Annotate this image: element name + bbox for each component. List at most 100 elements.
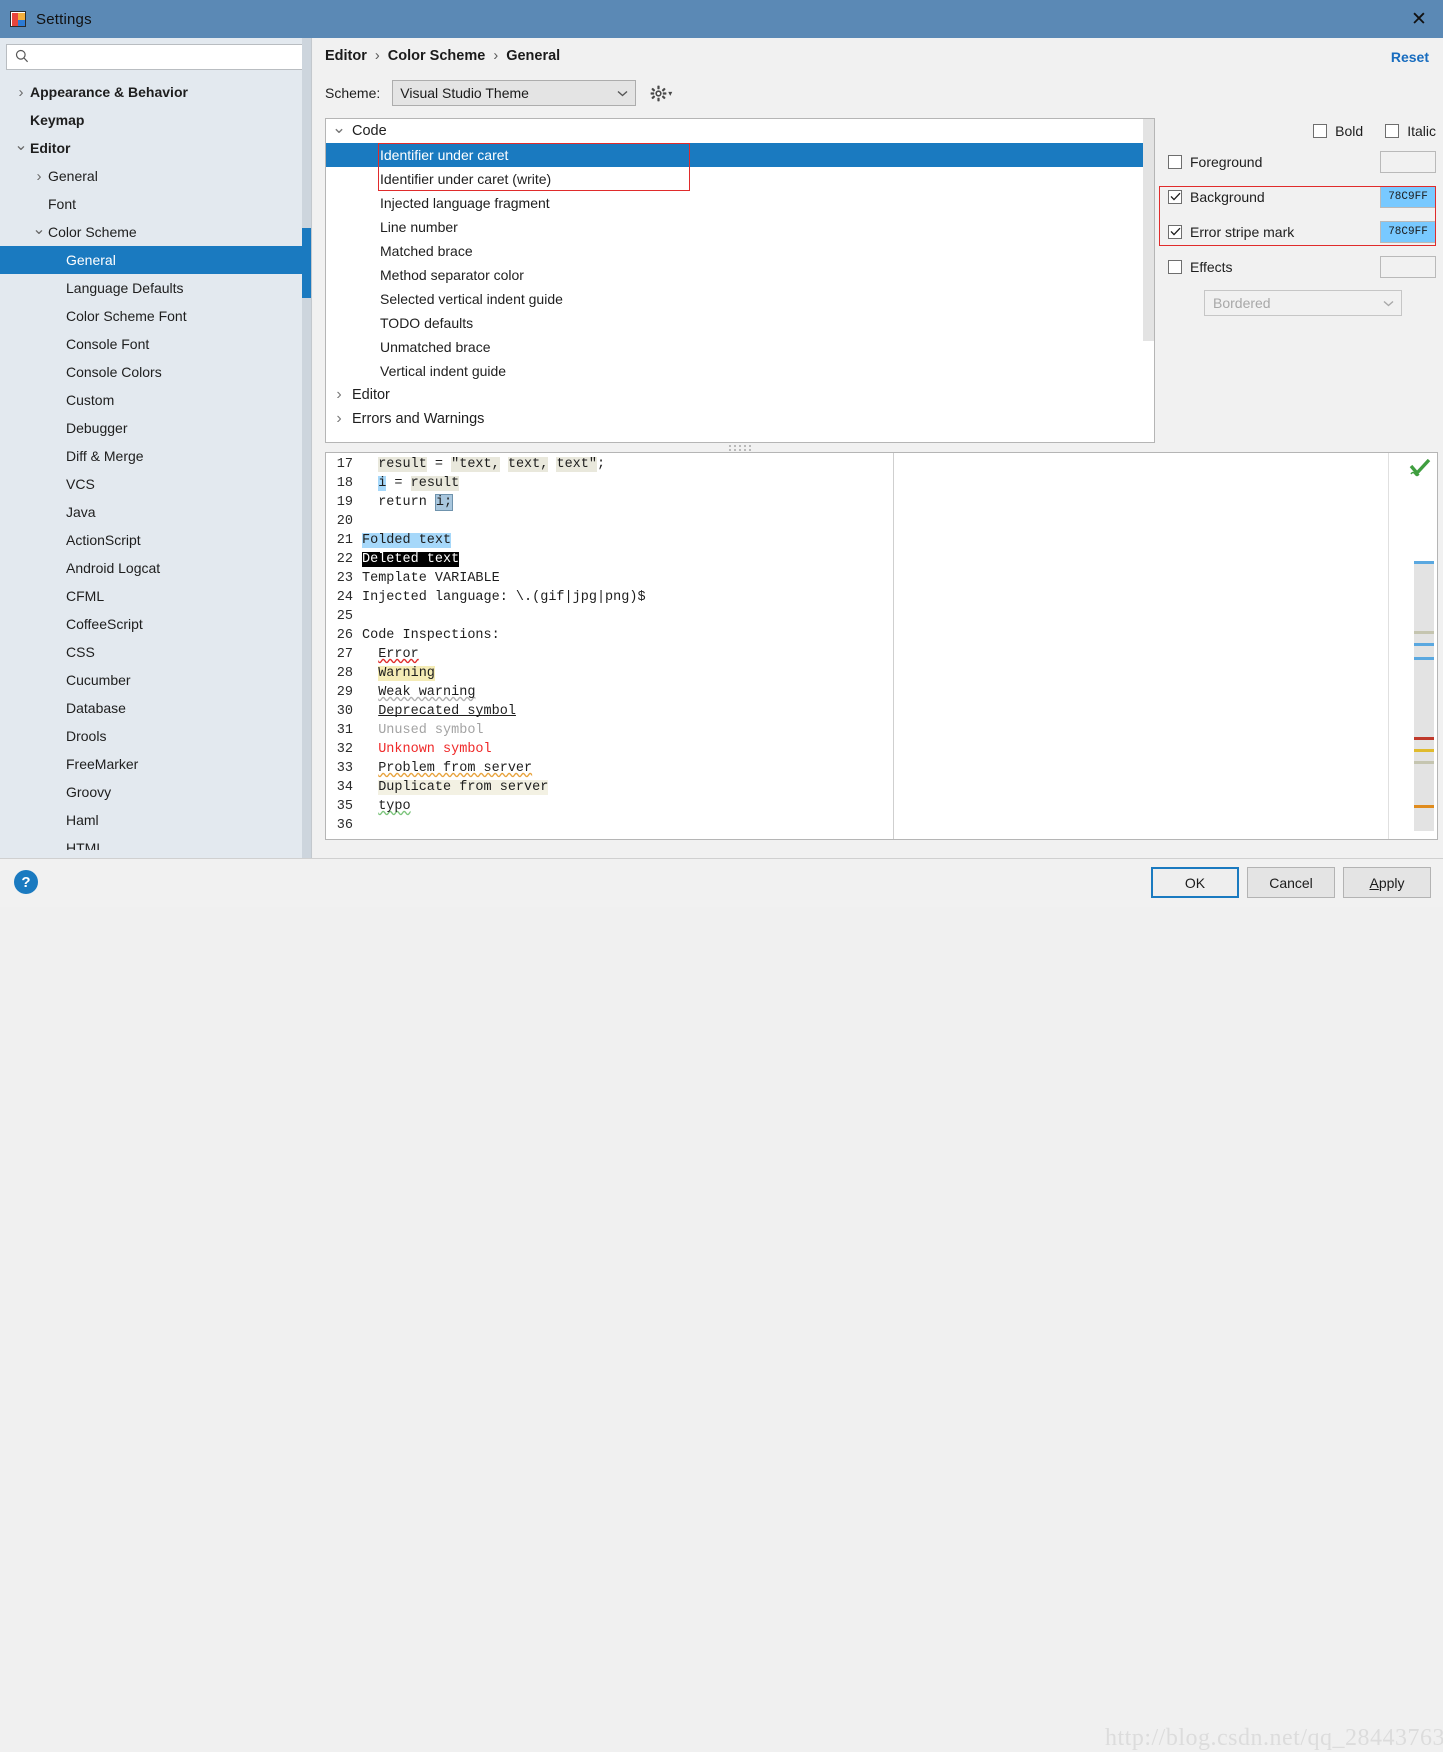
preview-line[interactable]: 29 Weak warning bbox=[326, 683, 1437, 702]
attribute-row[interactable]: › Errors and Warnings bbox=[326, 407, 1154, 431]
sidebar-item-custom[interactable]: Custom bbox=[0, 386, 303, 414]
chevron-right-icon[interactable]: › bbox=[326, 410, 352, 428]
sidebar-item-general[interactable]: General bbox=[0, 246, 303, 274]
error-stripe-mark[interactable] bbox=[1414, 761, 1434, 764]
attribute-row[interactable]: Matched brace bbox=[326, 239, 1154, 263]
error-stripe-mark[interactable] bbox=[1414, 657, 1434, 660]
code-preview[interactable]: 17 result = "text, text, text"; 18 i = re… bbox=[325, 452, 1438, 840]
search-box[interactable] bbox=[6, 44, 305, 70]
cancel-button[interactable]: Cancel bbox=[1247, 867, 1335, 898]
error-stripe-mark[interactable] bbox=[1414, 561, 1434, 564]
sidebar-item-vcs[interactable]: VCS bbox=[0, 470, 303, 498]
bold-checkbox[interactable] bbox=[1313, 124, 1328, 138]
search-input[interactable] bbox=[35, 46, 304, 68]
settings-category-tree[interactable]: › Appearance & Behavior Keymap ⌄ Editor › Gene… bbox=[0, 78, 303, 850]
color-attributes-tree[interactable]: ⌄ Code Identifier under caret Identifier un… bbox=[325, 118, 1155, 443]
attributes-scrollbar-thumb[interactable] bbox=[1143, 119, 1154, 341]
attribute-row[interactable]: Method separator color bbox=[326, 263, 1154, 287]
effect-type-select[interactable]: Bordered bbox=[1204, 290, 1402, 316]
background-checkbox-row[interactable]: Background bbox=[1168, 189, 1380, 205]
chevron-down-icon[interactable]: ⌄ bbox=[326, 119, 352, 136]
breadcrumb-item-color-scheme[interactable]: Color Scheme bbox=[388, 48, 486, 64]
error-stripe-color-swatch[interactable]: 78C9FF bbox=[1380, 220, 1436, 243]
preview-line[interactable]: 30 Deprecated symbol bbox=[326, 702, 1437, 721]
attribute-row[interactable]: Line number bbox=[326, 215, 1154, 239]
foreground-checkbox[interactable] bbox=[1168, 154, 1182, 169]
sidebar-item-font[interactable]: Font bbox=[0, 190, 303, 218]
attribute-row[interactable]: Vertical indent guide bbox=[326, 359, 1154, 383]
sidebar-item-console-font[interactable]: Console Font bbox=[0, 330, 303, 358]
sidebar-item-color-scheme[interactable]: ⌄ Color Scheme bbox=[0, 218, 303, 246]
sidebar-item-html[interactable]: HTML bbox=[0, 834, 303, 850]
error-stripe-mark[interactable] bbox=[1414, 737, 1434, 740]
chevron-right-icon[interactable]: › bbox=[12, 84, 30, 101]
attribute-row[interactable]: Selected vertical indent guide bbox=[326, 287, 1154, 311]
sidebar-item-freemarker[interactable]: FreeMarker bbox=[0, 750, 303, 778]
bold-checkbox-row[interactable]: Bold bbox=[1313, 123, 1363, 139]
reset-link[interactable]: Reset bbox=[1391, 49, 1429, 65]
sidebar-scrollbar-track[interactable] bbox=[302, 38, 311, 858]
sidebar-item-haml[interactable]: Haml bbox=[0, 806, 303, 834]
preview-line[interactable]: 35 typo bbox=[326, 797, 1437, 816]
background-color-swatch[interactable]: 78C9FF bbox=[1380, 185, 1436, 208]
error-stripe-mark[interactable] bbox=[1414, 805, 1434, 808]
preview-line[interactable]: 20 bbox=[326, 512, 1437, 531]
chevron-down-icon[interactable]: ⌄ bbox=[30, 221, 48, 237]
chevron-right-icon[interactable]: › bbox=[326, 386, 352, 404]
preview-line[interactable]: 23 Template VARIABLE bbox=[326, 569, 1437, 588]
effects-checkbox[interactable] bbox=[1168, 259, 1182, 274]
sidebar-item-groovy[interactable]: Groovy bbox=[0, 778, 303, 806]
scheme-select[interactable]: Visual Studio Theme bbox=[392, 80, 637, 106]
sidebar-item-database[interactable]: Database bbox=[0, 694, 303, 722]
inspection-ok-checkmark-icon[interactable] bbox=[1409, 458, 1431, 480]
preview-line[interactable]: 36 bbox=[326, 816, 1437, 835]
preview-line[interactable]: 26 Code Inspections: bbox=[326, 626, 1437, 645]
preview-line[interactable]: 25 bbox=[326, 607, 1437, 626]
attribute-row[interactable]: Identifier under caret (write) bbox=[326, 167, 1154, 191]
breadcrumb-item-general[interactable]: General bbox=[506, 48, 560, 64]
error-stripe-mark[interactable] bbox=[1414, 631, 1434, 634]
apply-button[interactable]: Apply bbox=[1343, 867, 1431, 898]
sidebar-item-language-defaults[interactable]: Language Defaults bbox=[0, 274, 303, 302]
effects-checkbox-row[interactable]: Effects bbox=[1168, 259, 1380, 275]
sidebar-item-android-logcat[interactable]: Android Logcat bbox=[0, 554, 303, 582]
attribute-row[interactable]: › Editor bbox=[326, 383, 1154, 407]
splitter-handle[interactable] bbox=[325, 443, 1155, 452]
sidebar-item-general[interactable]: › General bbox=[0, 162, 303, 190]
attribute-row[interactable]: Identifier under caret bbox=[326, 143, 1154, 167]
preview-line[interactable]: 34 Duplicate from server bbox=[326, 778, 1437, 797]
italic-checkbox-row[interactable]: Italic bbox=[1385, 123, 1436, 139]
sidebar-item-console-colors[interactable]: Console Colors bbox=[0, 358, 303, 386]
background-checkbox[interactable] bbox=[1168, 189, 1182, 204]
sidebar-item-editor[interactable]: ⌄ Editor bbox=[0, 134, 303, 162]
preview-line[interactable]: 33 Problem from server bbox=[326, 759, 1437, 778]
sidebar-item-css[interactable]: CSS bbox=[0, 638, 303, 666]
foreground-color-swatch[interactable] bbox=[1380, 150, 1436, 173]
error-stripe-scrollbar-thumb[interactable] bbox=[1414, 563, 1434, 831]
gear-icon[interactable]: ▾ bbox=[650, 85, 672, 102]
preview-line[interactable]: 31 Unused symbol bbox=[326, 721, 1437, 740]
preview-line[interactable]: 22 Deleted text bbox=[326, 550, 1437, 569]
error-stripe-panel[interactable] bbox=[1388, 453, 1437, 839]
sidebar-item-keymap[interactable]: Keymap bbox=[0, 106, 303, 134]
help-icon[interactable]: ? bbox=[14, 870, 38, 894]
error-stripe-mark[interactable] bbox=[1414, 749, 1434, 752]
sidebar-item-coffeescript[interactable]: CoffeeScript bbox=[0, 610, 303, 638]
sidebar-item-java[interactable]: Java bbox=[0, 498, 303, 526]
preview-line[interactable]: 18 i = result bbox=[326, 474, 1437, 493]
sidebar-scrollbar-thumb[interactable] bbox=[302, 228, 311, 298]
sidebar-item-actionscript[interactable]: ActionScript bbox=[0, 526, 303, 554]
sidebar-item-debugger[interactable]: Debugger bbox=[0, 414, 303, 442]
preview-line[interactable]: 19 return i; bbox=[326, 493, 1437, 512]
breadcrumb-item-editor[interactable]: Editor bbox=[325, 48, 367, 64]
preview-line[interactable]: 24 Injected language: \.(gif|jpg|png)$ bbox=[326, 588, 1437, 607]
attributes-scrollbar-track[interactable] bbox=[1143, 119, 1154, 442]
sidebar-item-color-scheme-font[interactable]: Color Scheme Font bbox=[0, 302, 303, 330]
preview-line[interactable]: 28 Warning bbox=[326, 664, 1437, 683]
sidebar-item-cucumber[interactable]: Cucumber bbox=[0, 666, 303, 694]
preview-line[interactable]: 27 Error bbox=[326, 645, 1437, 664]
effects-color-swatch[interactable] bbox=[1380, 255, 1436, 278]
preview-line[interactable]: 32 Unknown symbol bbox=[326, 740, 1437, 759]
error-stripe-checkbox[interactable] bbox=[1168, 224, 1182, 239]
preview-line[interactable]: 17 result = "text, text, text"; bbox=[326, 455, 1437, 474]
